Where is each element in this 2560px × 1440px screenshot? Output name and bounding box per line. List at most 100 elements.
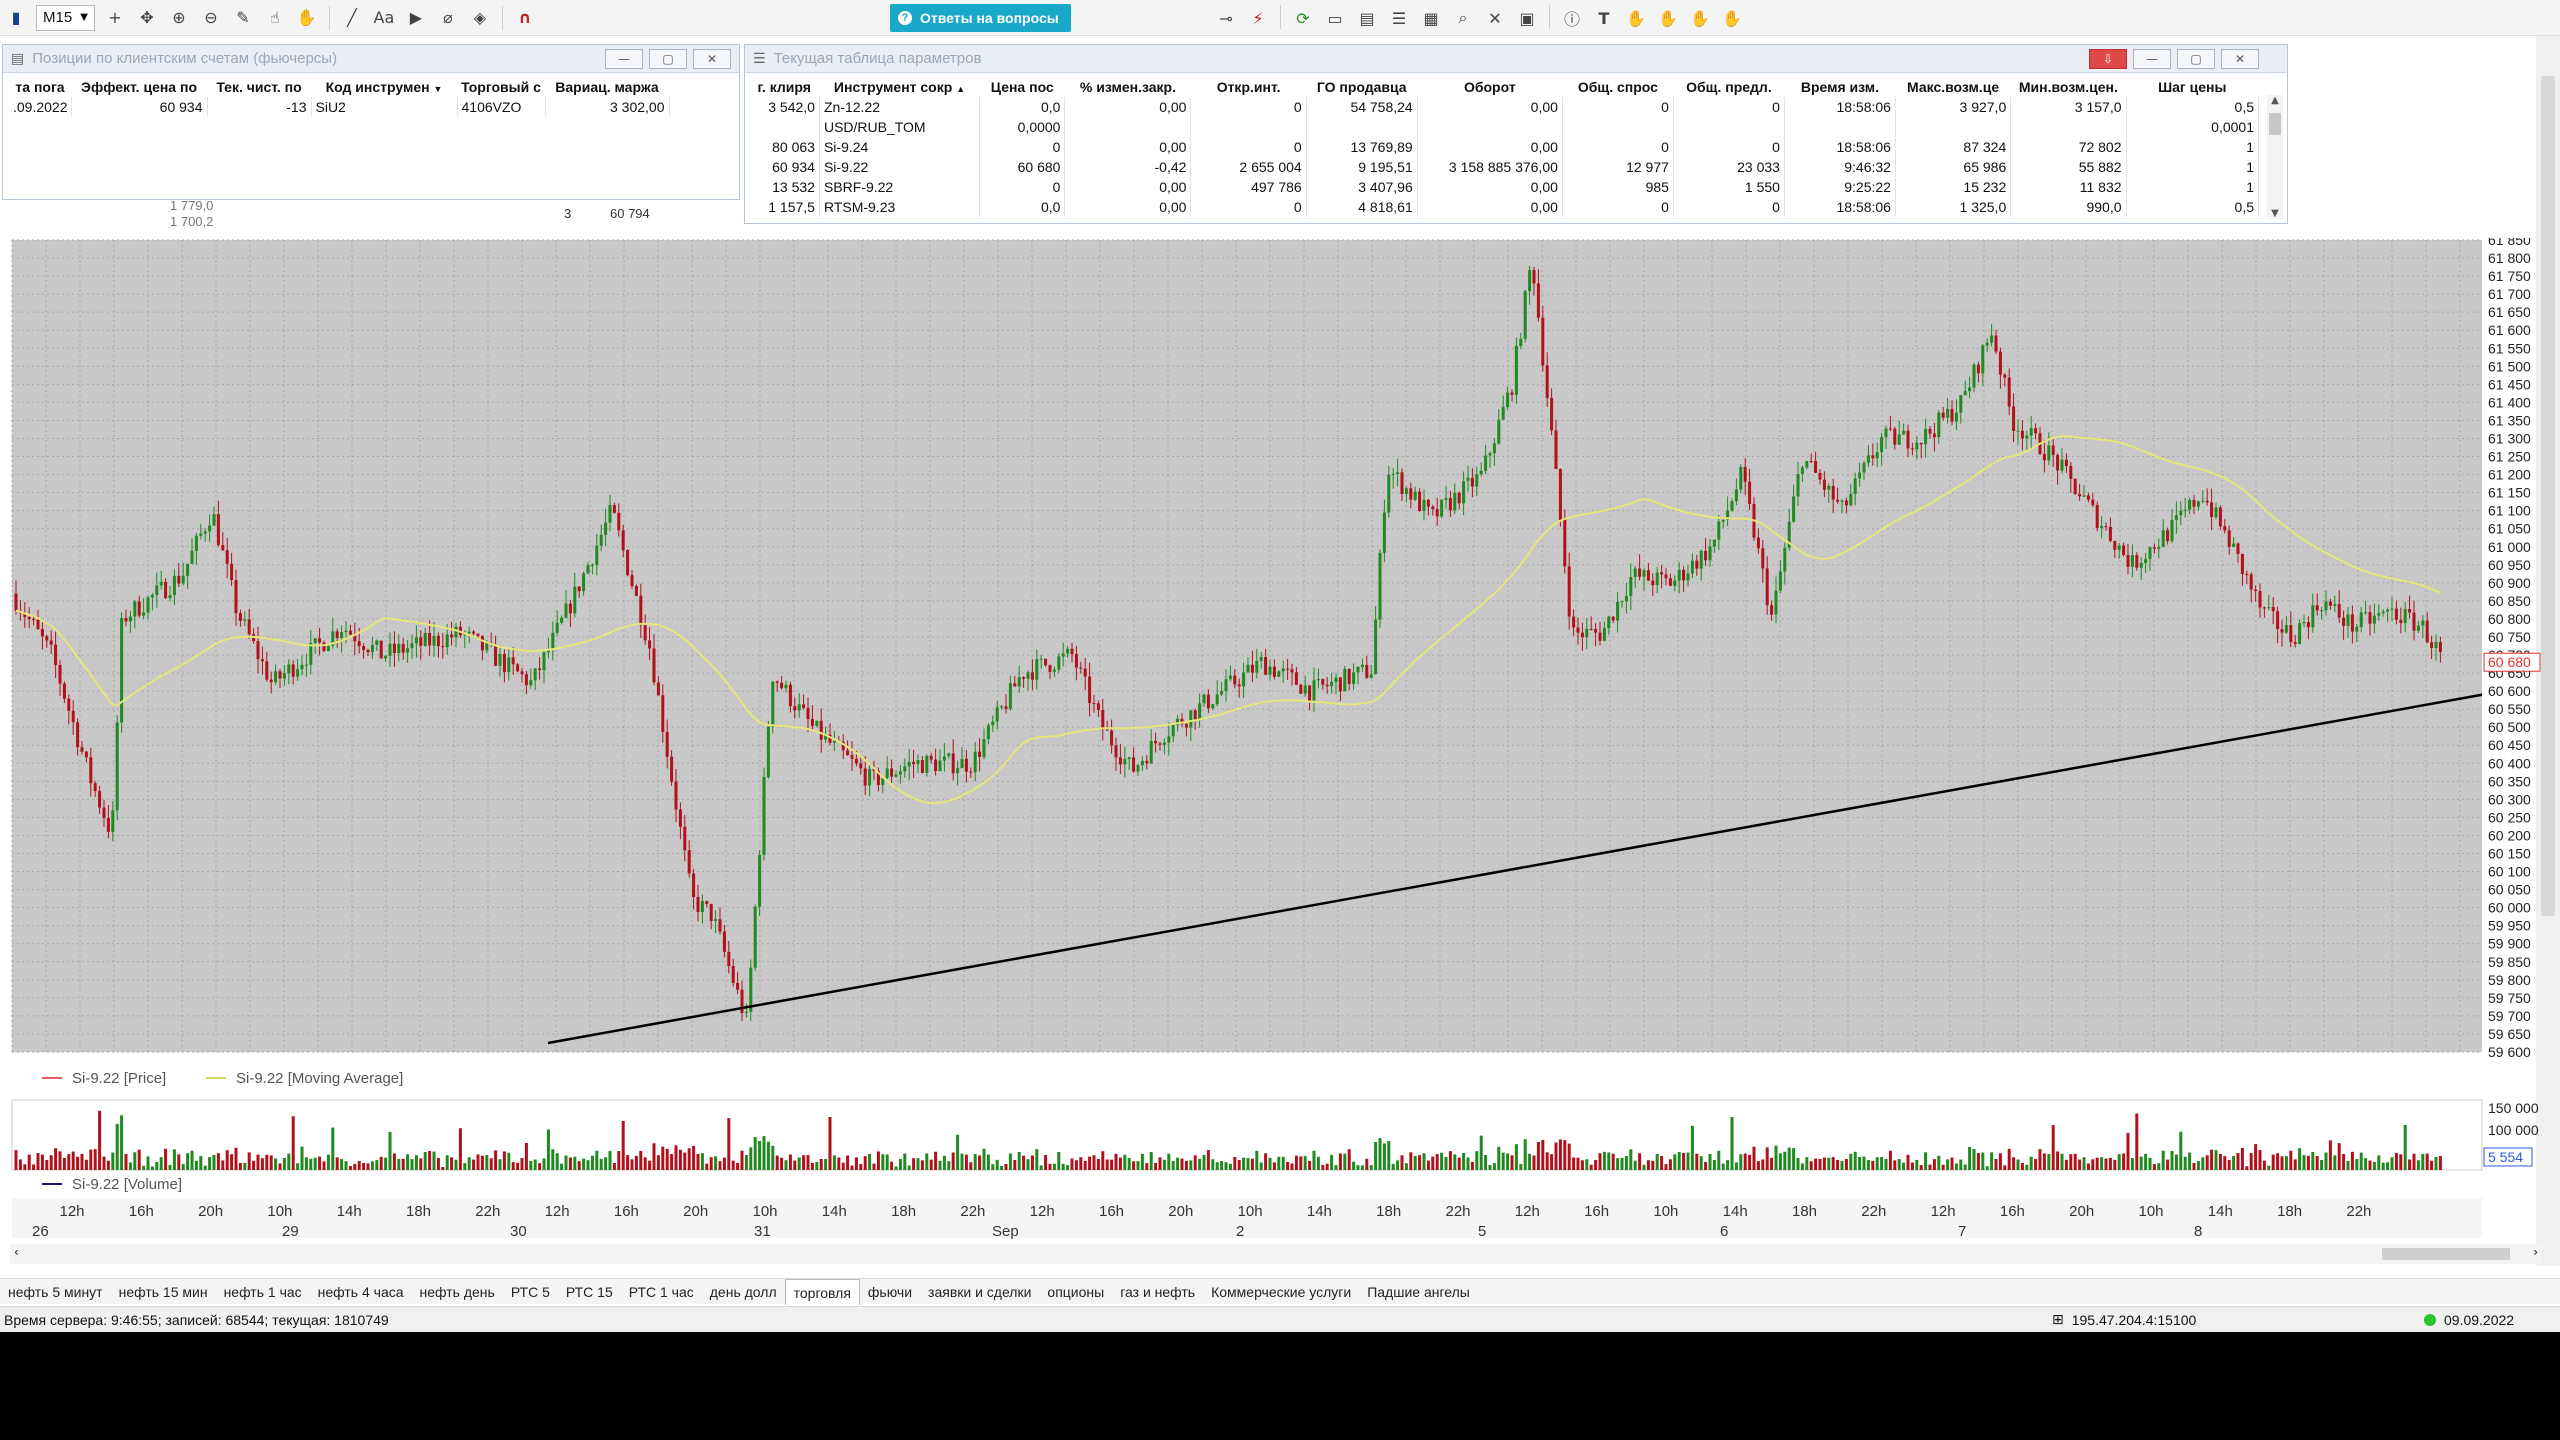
connection-icon[interactable]: ⚡ [1245, 5, 1271, 31]
timeframe-select[interactable]: M15 ▼ [36, 4, 95, 31]
tab[interactable]: нефть 5 минут [0, 1279, 111, 1305]
magnet-icon[interactable]: ∩ [512, 5, 538, 31]
col-header[interactable]: Код инструмен ▼ [311, 77, 457, 97]
line-tool-icon[interactable]: ╱ [339, 5, 365, 31]
col-header[interactable]: Откр.инт. [1191, 77, 1306, 97]
table-row[interactable]: 13 532 SBRF-9.22 0 0,00 497 786 3 407,96 0,00 9… [749, 177, 2260, 197]
table-row[interactable]: 1 157,5 RTSM-9.23 0,0 0,00 0 4 818,61 0,00 0 0 18… [749, 197, 2260, 217]
volume-bar [1664, 1164, 1668, 1170]
scroll-thumb[interactable] [2541, 76, 2555, 916]
chart-horizontal-scrollbar[interactable]: ‹ › [10, 1244, 2542, 1264]
tab[interactable]: Падшие ангелы [1359, 1279, 1478, 1305]
tab[interactable]: заявки и сделки [920, 1279, 1039, 1305]
table-row[interactable]: USD/RUB_TOM 0,0000 0,0001 [749, 117, 2260, 137]
download-button[interactable]: ⇩ [2089, 49, 2127, 69]
tab[interactable]: РТС 1 час [621, 1279, 702, 1305]
move-icon[interactable]: ✥ [134, 5, 160, 31]
refresh-icon[interactable]: ⟳ [1290, 5, 1316, 31]
params-window-title-bar[interactable]: ☰ Текущая таблица параметров [745, 45, 2287, 73]
col-header[interactable]: Время изм. [1784, 77, 1895, 97]
portfolio-icon[interactable]: ▣ [1514, 5, 1540, 31]
col-header[interactable]: Оборот [1417, 77, 1562, 97]
tab[interactable]: газ и нефть [1112, 1279, 1203, 1305]
cancel-orders-icon[interactable]: ✕ [1482, 5, 1508, 31]
table-row[interactable]: 60 934 Si-9.22 60 680 -0,42 2 655 004 9 195,5… [749, 157, 2260, 177]
chart-panel[interactable]: 61 850 61 800 61 750 61 700 61 650 61 600 61 5… [10, 238, 2542, 1264]
col-header[interactable]: Общ. спрос [1562, 77, 1673, 97]
tab[interactable]: нефть день [412, 1279, 503, 1305]
col-header[interactable]: ГО продавца [1306, 77, 1417, 97]
tab[interactable]: опционы [1039, 1279, 1112, 1305]
col-header[interactable]: г. клиря [749, 77, 819, 97]
scroll-down-icon[interactable]: ▼ [2267, 208, 2283, 219]
crosshair-icon[interactable]: + [102, 5, 128, 31]
maximize-button[interactable]: ▢ [649, 49, 687, 69]
minimize-button[interactable]: — [605, 49, 643, 69]
tab[interactable]: РТС 15 [558, 1279, 621, 1305]
table-row[interactable]: 80 063 Si-9.24 0 0,00 0 13 769,89 0,00 0 0 18:58:… [749, 137, 2260, 157]
col-header[interactable]: Вариац. маржа [545, 77, 669, 97]
chart-type-icon[interactable]: ▮ [3, 5, 29, 31]
window-icon[interactable]: ▭ [1322, 5, 1348, 31]
col-header[interactable]: Тек. чист. по [207, 77, 311, 97]
layers-icon[interactable]: ◈ [467, 5, 493, 31]
col-header[interactable]: Шаг цены [2126, 77, 2258, 97]
tab[interactable]: РТС 5 [503, 1279, 558, 1305]
tab[interactable]: Коммерческие услуги [1203, 1279, 1359, 1305]
col-header[interactable]: Мин.возм.цен. [2011, 77, 2126, 97]
list-icon[interactable]: ☰ [1386, 5, 1412, 31]
col-header[interactable]: Торговый с [457, 77, 545, 97]
font-icon[interactable]: T [1591, 5, 1617, 31]
arrow-tool-icon[interactable]: ▶ [403, 5, 429, 31]
connection-info[interactable]: ⊞ 195.47.204.4:15100 [2052, 1312, 2196, 1328]
table-row[interactable]: 3 542,0 Zn-12.22 0,0 0,00 0 54 758,24 0,00 0 0 18… [749, 97, 2260, 117]
answers-button[interactable]: ? Ответы на вопросы [890, 4, 1071, 32]
hand-buy-icon[interactable]: ✋ [1623, 5, 1649, 31]
search-table-icon[interactable]: ⌕ [1450, 5, 1476, 31]
hand-cancel-icon[interactable]: ✋ [1719, 5, 1745, 31]
candle-body [1924, 428, 1928, 445]
info-icon[interactable]: ⓘ [1559, 5, 1585, 31]
orders-icon[interactable]: ▦ [1418, 5, 1444, 31]
close-button[interactable]: ✕ [693, 49, 731, 69]
scroll-left-icon[interactable]: ‹ [14, 1245, 19, 1259]
key-icon[interactable]: ⊸ [1213, 5, 1239, 31]
params-scrollbar[interactable]: ▲ ▼ [2267, 95, 2283, 219]
candle-body [1906, 430, 1910, 449]
candle-body [1528, 270, 1532, 292]
ruler-icon[interactable]: ✎ [230, 5, 256, 31]
scroll-right-icon[interactable]: › [2533, 1245, 2538, 1259]
col-header[interactable]: Эффект. цена по [71, 77, 207, 97]
tab[interactable]: нефть 1 час [216, 1279, 310, 1305]
close-button[interactable]: ✕ [2221, 49, 2259, 69]
hand-sell-icon[interactable]: ✋ [1655, 5, 1681, 31]
tab[interactable]: фьючи [860, 1279, 920, 1305]
erase-tool-icon[interactable]: ⌀ [435, 5, 461, 31]
tab[interactable]: нефть 4 часа [310, 1279, 412, 1305]
zoom-out-icon[interactable]: ⊖ [198, 5, 224, 31]
scroll-thumb[interactable] [2382, 1248, 2510, 1260]
col-header[interactable]: Макс.возм.це [1895, 77, 2010, 97]
tab[interactable]: нефть 15 мин [111, 1279, 216, 1305]
price-chart[interactable]: 61 850 61 800 61 750 61 700 61 650 61 600 61 5… [10, 238, 2542, 1244]
scroll-up-icon[interactable]: ▲ [2267, 95, 2283, 106]
date-tick-label: 7 [1958, 1223, 1966, 1240]
hand-select-icon[interactable]: ☝ [262, 5, 288, 31]
tab[interactable]: день долл [702, 1279, 785, 1305]
minimize-button[interactable]: — [2133, 49, 2171, 69]
zoom-in-icon[interactable]: ⊕ [166, 5, 192, 31]
text-tool-icon[interactable]: Aa [371, 5, 397, 31]
col-header[interactable]: Инструмент сокр ▲ [819, 77, 979, 97]
maximize-button[interactable]: ▢ [2177, 49, 2215, 69]
tab[interactable]: торговля [784, 1278, 860, 1305]
col-header[interactable]: Общ. предл. [1673, 77, 1784, 97]
table-row[interactable]: .09.2022 60 934 -13 SiU2 4106VZO 3 302,0… [9, 97, 670, 117]
col-header[interactable]: Цена пос [980, 77, 1065, 97]
scroll-thumb[interactable] [2269, 113, 2281, 135]
hand-stop-icon[interactable]: ✋ [1687, 5, 1713, 31]
table-icon[interactable]: ▤ [1354, 5, 1380, 31]
col-header[interactable]: % измен.закр. [1065, 77, 1191, 97]
hand-pan-icon[interactable]: ✋ [294, 5, 320, 31]
col-header[interactable]: та пога [9, 77, 71, 97]
volume-bar [1893, 1160, 1897, 1170]
